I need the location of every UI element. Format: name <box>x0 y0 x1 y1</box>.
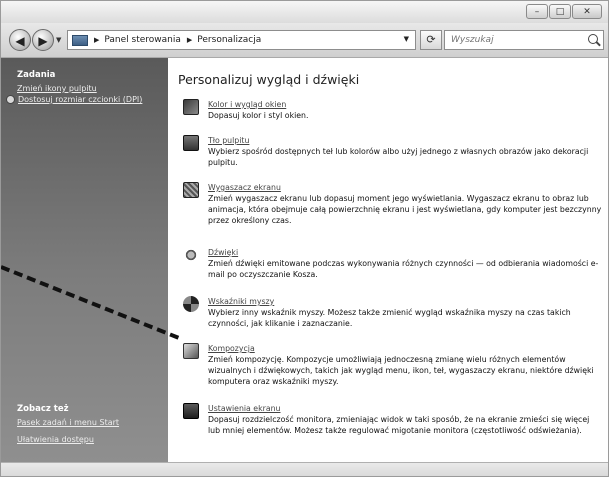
ease-of-access-link[interactable]: Ułatwienia dostępu <box>17 435 168 444</box>
desktop-background-link[interactable]: Tło pulpitu <box>208 135 603 146</box>
item-description: Zmień wygaszacz ekranu lub dopasuj momen… <box>208 194 602 225</box>
window-color-link[interactable]: Kolor i wygląd okien <box>208 99 308 110</box>
list-item: Dźwięki Zmień dźwięki emitowane podczas … <box>183 247 603 280</box>
address-dropdown-icon[interactable]: ▼ <box>404 35 409 43</box>
screen-saver-link[interactable]: Wygaszacz ekranu <box>208 182 603 193</box>
tasks-heading: Zadania <box>17 70 56 80</box>
item-description: Wybierz spośród dostępnych teł lub kolor… <box>208 147 589 167</box>
sounds-link[interactable]: Dźwięki <box>208 247 603 258</box>
search-input[interactable] <box>449 34 583 46</box>
screen-saver-icon[interactable] <box>183 182 199 198</box>
list-item: Kolor i wygląd okien Dopasuj kolor i sty… <box>183 99 603 121</box>
list-item: Wygaszacz ekranu Zmień wygaszacz ekranu … <box>183 182 603 226</box>
window-color-icon[interactable] <box>183 99 199 115</box>
list-item: Wskaźniki myszy Wybierz inny wskaźnik my… <box>183 296 603 329</box>
task-pane: Zadania Zmień ikony pulpitu Dostosuj roz… <box>1 58 168 462</box>
breadcrumb-personalization[interactable]: Personalizacja <box>197 35 261 45</box>
breadcrumb-control-panel[interactable]: Panel sterowania <box>104 35 181 45</box>
forward-button[interactable]: ▶ <box>32 29 54 51</box>
list-item: Ustawienia ekranu Dopasuj rozdzielczość … <box>183 403 603 436</box>
minimize-button[interactable]: – <box>526 4 548 19</box>
display-settings-icon[interactable] <box>183 403 199 419</box>
adjust-font-size-link[interactable]: Dostosuj rozmiar czcionki (DPI) <box>6 95 168 104</box>
main-content: Personalizuj wygląd i dźwięki Kolor i wy… <box>168 58 608 462</box>
title-bar: – □ ✕ <box>1 1 608 23</box>
item-description: Zmień kompozycję. Kompozycje umożliwiają… <box>208 355 594 386</box>
item-description: Zmień dźwięki emitowane podczas wykonywa… <box>208 259 599 279</box>
see-also-section: Zobacz też Pasek zadań i menu Start Ułat… <box>1 392 168 444</box>
recent-pages-dropdown[interactable]: ▼ <box>56 36 61 44</box>
sounds-icon[interactable] <box>183 247 199 263</box>
chevron-right-icon[interactable]: ▶ <box>187 36 192 44</box>
change-desktop-icons-link[interactable]: Zmień ikony pulpitu <box>17 84 168 93</box>
chevron-right-icon[interactable]: ▶ <box>94 36 99 44</box>
mouse-pointer-icon[interactable] <box>183 296 199 312</box>
item-description: Dopasuj kolor i styl okien. <box>208 111 309 120</box>
list-item: Tło pulpitu Wybierz spośród dostępnych t… <box>183 135 603 168</box>
control-panel-window: – □ ✕ ◀ ▶ ▼ ▶ Panel sterowania ▶ Persona… <box>0 0 609 477</box>
address-bar[interactable]: ▶ Panel sterowania ▶ Personalizacja ▼ <box>67 30 416 50</box>
search-icon[interactable] <box>588 34 598 44</box>
shield-icon <box>6 95 15 104</box>
see-also-heading: Zobacz też <box>17 404 69 414</box>
status-bar <box>1 462 608 476</box>
navigation-bar: ◀ ▶ ▼ ▶ Panel sterowania ▶ Personalizacj… <box>1 23 608 58</box>
search-box[interactable] <box>444 30 604 50</box>
close-button[interactable]: ✕ <box>572 4 602 19</box>
control-panel-icon <box>72 34 88 46</box>
item-description: Wybierz inny wskaźnik myszy. Możesz takż… <box>208 308 571 328</box>
window-controls: – □ ✕ <box>526 4 602 19</box>
refresh-button[interactable]: ⟳ <box>420 30 442 50</box>
back-button[interactable]: ◀ <box>9 29 31 51</box>
mouse-pointers-link[interactable]: Wskaźniki myszy <box>208 296 603 307</box>
theme-icon[interactable] <box>183 343 199 359</box>
maximize-button[interactable]: □ <box>549 4 571 19</box>
page-title: Personalizuj wygląd i dźwięki <box>178 72 360 87</box>
desktop-background-icon[interactable] <box>183 135 199 151</box>
display-settings-link[interactable]: Ustawienia ekranu <box>208 403 603 414</box>
list-item: Kompozycja Zmień kompozycję. Kompozycje … <box>183 343 603 387</box>
theme-link[interactable]: Kompozycja <box>208 343 603 354</box>
item-description: Dopasuj rozdzielczość monitora, zmieniaj… <box>208 415 590 435</box>
taskbar-start-menu-link[interactable]: Pasek zadań i menu Start <box>17 418 168 427</box>
